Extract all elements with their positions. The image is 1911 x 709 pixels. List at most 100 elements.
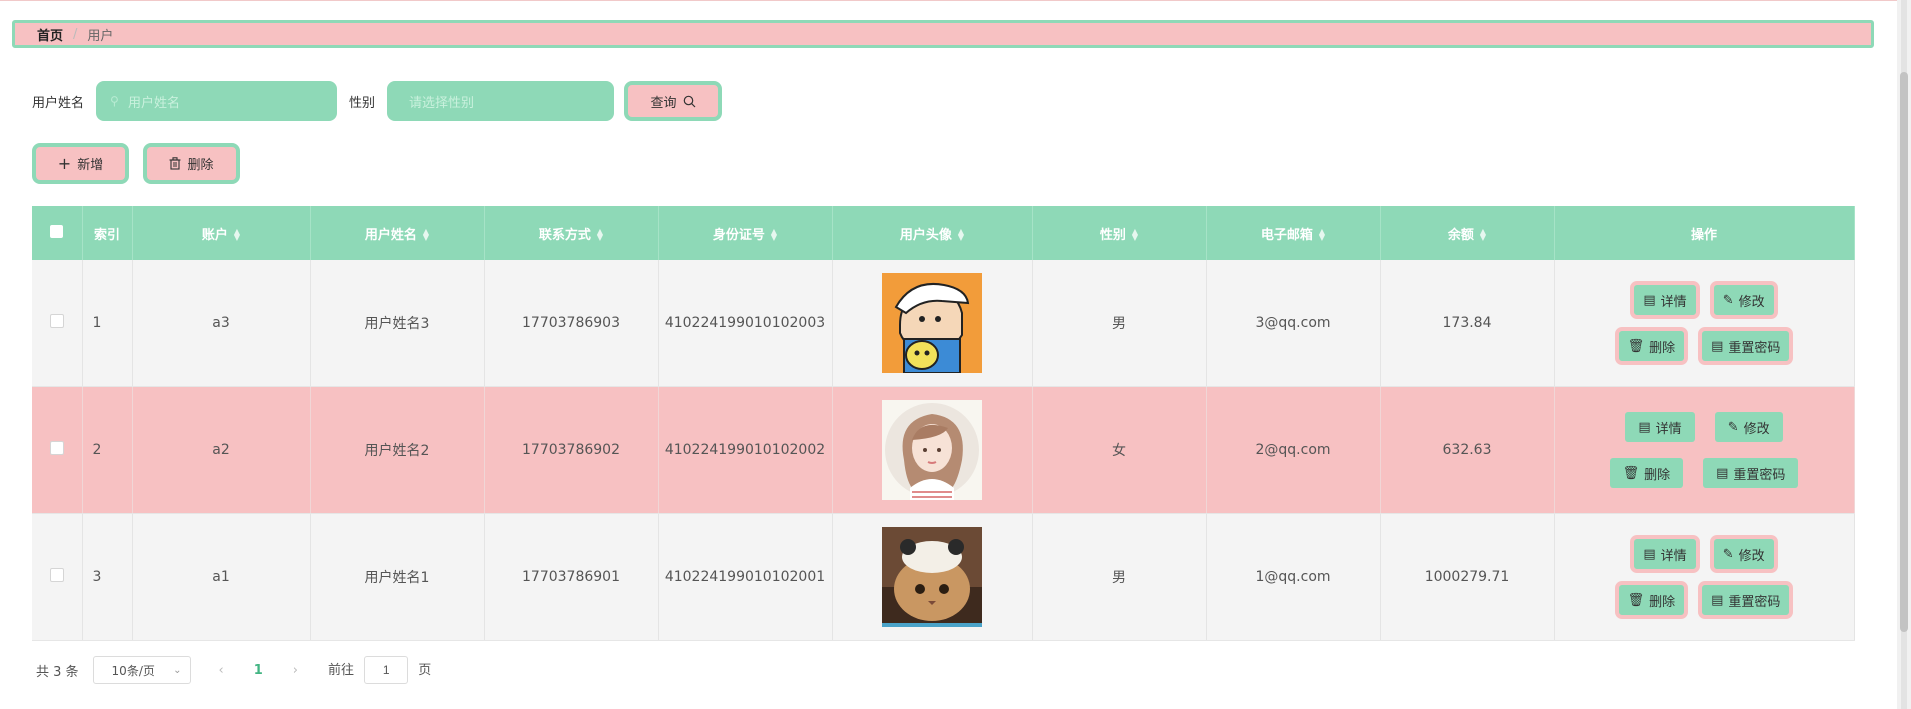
detail-button[interactable]: ▤ 详情: [1630, 281, 1700, 319]
cell-phone: 17703786901: [484, 513, 659, 641]
pencil-icon: ✎: [1722, 546, 1734, 562]
sort-icon[interactable]: ▲ ▼: [771, 228, 777, 242]
cartoon-boy-avatar[interactable]: [882, 273, 982, 373]
gender-placeholder: 请选择性别: [409, 95, 475, 111]
breadcrumb-separator: /: [73, 26, 78, 42]
edit-label: 修改: [1738, 548, 1765, 564]
current-page[interactable]: 1: [254, 663, 263, 678]
cell-email: 1@qq.com: [1206, 513, 1381, 641]
page-size-select[interactable]: 10条/页 ⌄: [92, 656, 191, 684]
breadcrumb-home[interactable]: 首页: [37, 25, 63, 44]
header-id-card[interactable]: 身份证号 ▲ ▼: [658, 206, 833, 260]
prev-page-icon[interactable]: ‹: [219, 663, 224, 678]
header-index: 索引: [82, 206, 133, 260]
reset-password-button[interactable]: ▤ 重置密码: [1698, 581, 1794, 619]
header-avatar[interactable]: 用户头像 ▲ ▼: [832, 206, 1033, 260]
header-avatar-label: 用户头像: [899, 227, 952, 243]
header-account-label: 账户: [201, 227, 228, 243]
goto-page-input[interactable]: [364, 656, 409, 684]
trash-icon: 🗑: [1627, 338, 1645, 354]
girl-illustration-avatar[interactable]: [882, 400, 982, 500]
pencil-icon: ✎: [1722, 292, 1734, 308]
gender-label: 性别: [349, 95, 376, 111]
cell-index: 1: [82, 260, 133, 387]
goto-suffix: 页: [418, 663, 432, 678]
row-checkbox[interactable]: [49, 441, 64, 455]
vertical-scrollbar[interactable]: [1897, 0, 1911, 709]
gender-select[interactable]: 请选择性别: [387, 81, 615, 121]
cell-avatar: [832, 386, 1033, 514]
detail-button[interactable]: ▤ 详情: [1625, 412, 1695, 442]
document-icon: ▤: [1643, 546, 1656, 562]
row-checkbox[interactable]: [49, 314, 64, 328]
sort-icon[interactable]: ▲ ▼: [958, 228, 964, 242]
sort-icon[interactable]: ▲ ▼: [423, 228, 429, 242]
row-checkbox-cell: [32, 386, 83, 514]
top-border: [0, 0, 1911, 1]
header-email-label: 电子邮箱: [1260, 227, 1313, 243]
sort-icon[interactable]: ▲ ▼: [1319, 228, 1325, 242]
row-delete-button[interactable]: 🗑 删除: [1614, 327, 1689, 365]
user-table: 索引 账户 ▲ ▼ 用户姓名 ▲ ▼ 联系方式 ▲ ▼ 身份证号 ▲ ▼ 用户头像 ▲ ▼ 性别 ▲ ▼…: [32, 206, 1855, 641]
reset-password-button[interactable]: ▤ 重置密码: [1703, 458, 1799, 488]
reset-password-button[interactable]: ▤ 重置密码: [1698, 327, 1794, 365]
row-delete-button[interactable]: 🗑 删除: [1609, 458, 1684, 488]
header-email[interactable]: 电子邮箱 ▲ ▼: [1206, 206, 1381, 260]
table-row: 2 a2 用户姓名2 17703786902 41022419901010200…: [32, 386, 1855, 514]
document-icon: ▤: [1716, 465, 1729, 481]
goto-page: 前往 页: [328, 656, 431, 684]
header-id-card-label: 身份证号: [712, 227, 765, 243]
cell-gender: 女: [1032, 386, 1207, 514]
header-actions: 操作: [1554, 206, 1855, 260]
cell-gender: 男: [1032, 260, 1207, 387]
cell-name: 用户姓名3: [310, 260, 485, 387]
cell-id-card: 410224199010102003: [658, 260, 833, 387]
row-checkbox-cell: [32, 513, 83, 641]
cell-email: 3@qq.com: [1206, 260, 1381, 387]
name-search-input[interactable]: ⚲ 用户姓名: [96, 81, 338, 121]
trash-icon: [169, 157, 181, 170]
cell-avatar: [832, 513, 1033, 641]
row-checkbox-cell: [32, 260, 83, 387]
sort-icon[interactable]: ▲ ▼: [1480, 228, 1486, 242]
header-phone[interactable]: 联系方式 ▲ ▼: [484, 206, 659, 260]
scrollbar-thumb[interactable]: [1900, 72, 1908, 632]
batch-delete-button[interactable]: 删除: [143, 143, 240, 184]
row-checkbox[interactable]: [49, 568, 64, 582]
header-name-label: 用户姓名: [364, 227, 417, 243]
next-page-icon[interactable]: ›: [293, 663, 298, 678]
sort-icon[interactable]: ▲ ▼: [234, 228, 240, 242]
breadcrumb-current: 用户: [87, 28, 114, 44]
cell-email: 2@qq.com: [1206, 386, 1381, 514]
edit-button[interactable]: ✎ 修改: [1709, 535, 1778, 573]
add-button[interactable]: + 新增: [32, 143, 129, 184]
trash-icon: 🗑: [1627, 592, 1645, 608]
header-gender[interactable]: 性别 ▲ ▼: [1032, 206, 1207, 260]
chevron-down-icon: ⌄: [173, 664, 182, 676]
edit-label: 修改: [1738, 294, 1765, 310]
goto-prefix: 前往: [328, 663, 355, 678]
row-delete-button[interactable]: 🗑 删除: [1614, 581, 1689, 619]
cell-index: 3: [82, 513, 133, 641]
sort-icon[interactable]: ▲ ▼: [597, 228, 603, 242]
cell-account: a3: [132, 260, 311, 387]
document-icon: ▤: [1638, 419, 1651, 435]
trash-icon: 🗑: [1622, 465, 1640, 481]
cell-account: a1: [132, 513, 311, 641]
header-name[interactable]: 用户姓名 ▲ ▼: [310, 206, 485, 260]
cell-name: 用户姓名1: [310, 513, 485, 641]
edit-button[interactable]: ✎ 修改: [1714, 412, 1783, 442]
header-account[interactable]: 账户 ▲ ▼: [132, 206, 311, 260]
document-icon: ▤: [1643, 292, 1656, 308]
select-all-checkbox[interactable]: [50, 224, 64, 238]
query-button[interactable]: 查询: [624, 81, 723, 121]
cat-photo-avatar[interactable]: [882, 527, 982, 627]
header-balance[interactable]: 余额 ▲ ▼: [1380, 206, 1555, 260]
edit-button[interactable]: ✎ 修改: [1709, 281, 1778, 319]
detail-button[interactable]: ▤ 详情: [1630, 535, 1700, 573]
sort-icon[interactable]: ▲ ▼: [1132, 228, 1138, 242]
add-label: 新增: [77, 158, 104, 173]
cell-balance: 1000279.71: [1380, 513, 1555, 641]
total-count: 共 3 条: [36, 664, 79, 680]
cell-gender: 男: [1032, 513, 1207, 641]
